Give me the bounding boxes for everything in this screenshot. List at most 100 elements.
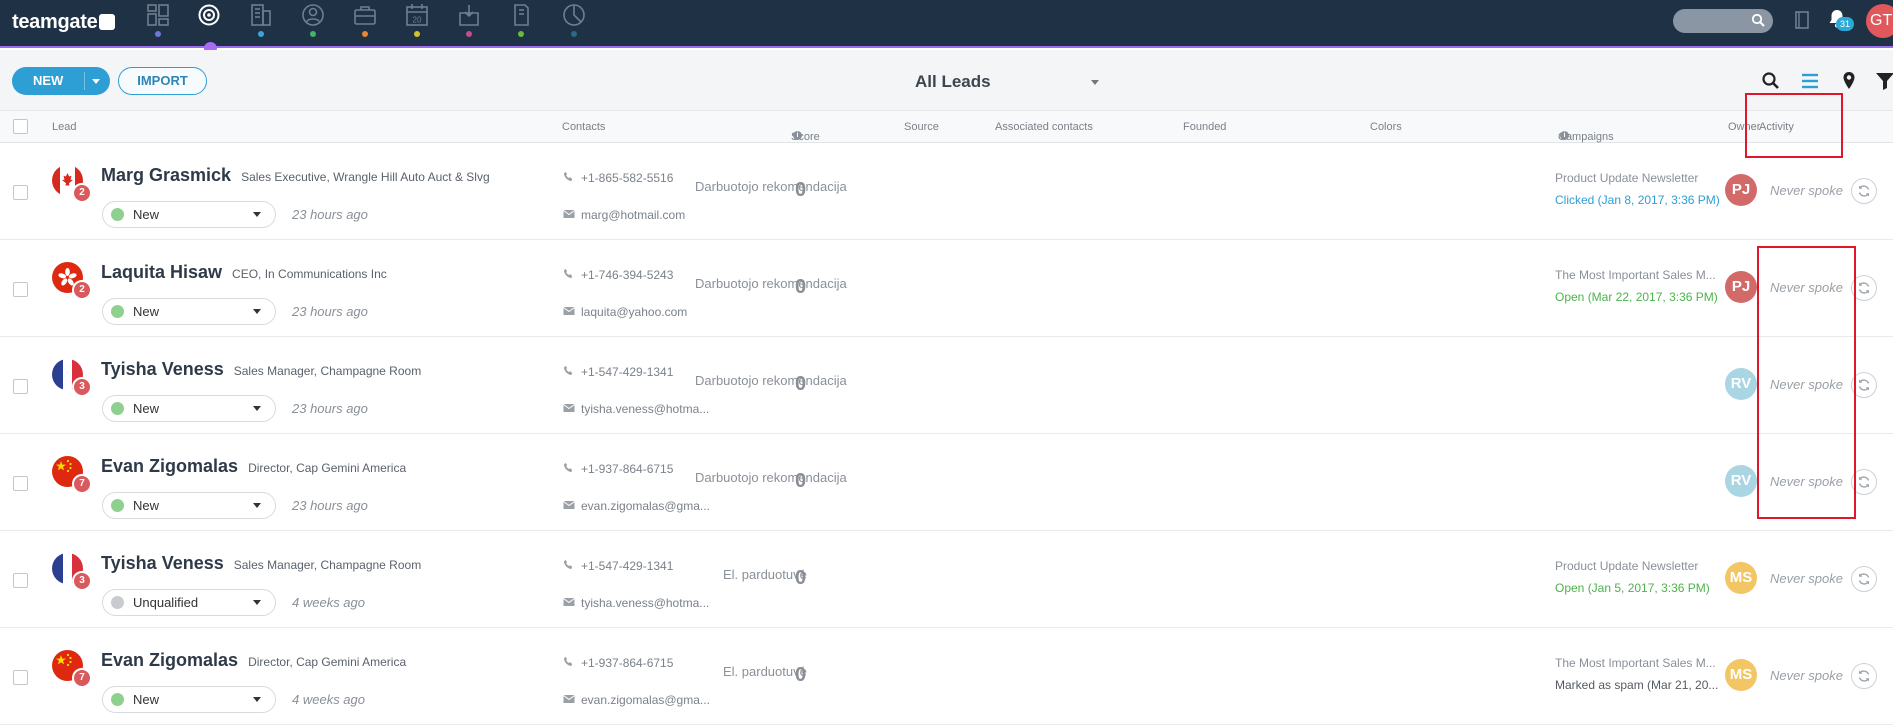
- lead-name-link[interactable]: Evan Zigomalas Director, Cap Gemini Ameri…: [101, 650, 406, 671]
- last-updated: 23 hours ago: [292, 401, 368, 416]
- campaign-name[interactable]: Product Update Newsletter: [1555, 559, 1725, 573]
- table-row[interactable]: 7 Evan Zigomalas Director, Cap Gemini Amer…: [0, 434, 1893, 531]
- campaign-name[interactable]: Product Update Newsletter: [1555, 171, 1725, 185]
- row-checkbox[interactable]: [13, 282, 28, 297]
- email-link[interactable]: tyisha.veness@hotma...: [563, 402, 709, 416]
- owner-avatar[interactable]: PJ: [1725, 271, 1757, 303]
- owner-avatar[interactable]: RV: [1725, 465, 1757, 497]
- lead-name-link[interactable]: Marg Grasmick Sales Executive, Wrangle Hi…: [101, 165, 490, 186]
- lead-name-link[interactable]: Laquita Hisaw CEO, In Communications Inc: [101, 262, 387, 283]
- owner-avatar[interactable]: MS: [1725, 659, 1757, 691]
- lead-job-title: Sales Executive, Wrangle Hill Auto Auct …: [241, 170, 490, 184]
- top-navigation-bar: teamgate 20 31 GT: [0, 0, 1893, 48]
- lead-status-select[interactable]: New: [102, 686, 276, 713]
- table-row[interactable]: 2 Laquita Hisaw CEO, In Communications Inc…: [0, 240, 1893, 337]
- lead-view-select[interactable]: All Leads: [915, 72, 1105, 94]
- column-header-associated-contacts[interactable]: Associated contacts: [995, 121, 1093, 133]
- leads-table-header: Lead Contacts Score i Source Associated c…: [0, 111, 1893, 143]
- email-link[interactable]: evan.zigomalas@gma...: [563, 693, 710, 707]
- row-checkbox[interactable]: [13, 379, 28, 394]
- phone-link[interactable]: +1-865-582-5516: [563, 171, 673, 185]
- status-label: New: [133, 304, 160, 319]
- leads-target-icon[interactable]: [196, 2, 222, 28]
- contacts-person-icon[interactable]: [300, 2, 326, 28]
- info-icon[interactable]: i: [793, 131, 802, 140]
- companies-building-icon[interactable]: [248, 2, 274, 28]
- campaign-name[interactable]: The Most Important Sales M...: [1555, 656, 1725, 670]
- select-all-checkbox[interactable]: [13, 119, 28, 134]
- info-icon[interactable]: i: [1560, 131, 1569, 140]
- new-lead-button[interactable]: NEW: [12, 67, 110, 95]
- lead-name: Evan Zigomalas: [101, 650, 239, 670]
- column-header-source[interactable]: Source: [904, 121, 939, 133]
- global-search-input[interactable]: [1673, 9, 1773, 33]
- dashboard-icon[interactable]: [145, 2, 171, 28]
- lead-status-select[interactable]: Unqualified: [102, 589, 276, 616]
- column-header-contacts[interactable]: Contacts: [562, 121, 605, 133]
- table-row[interactable]: 3 Tyisha Veness Sales Manager, Champagne R…: [0, 531, 1893, 628]
- phone-link[interactable]: +1-547-429-1341: [563, 365, 673, 379]
- column-header-colors[interactable]: Colors: [1370, 121, 1402, 133]
- phone-link[interactable]: +1-746-394-5243: [563, 268, 673, 282]
- user-avatar[interactable]: GT: [1866, 4, 1893, 38]
- lead-job-title: CEO, In Communications Inc: [232, 267, 387, 281]
- email-link[interactable]: evan.zigomalas@gma...: [563, 499, 710, 513]
- phone-link[interactable]: +1-547-429-1341: [563, 559, 673, 573]
- owner-avatar[interactable]: MS: [1725, 562, 1757, 594]
- owner-avatar[interactable]: RV: [1725, 368, 1757, 400]
- teamgate-logo[interactable]: teamgate: [12, 11, 116, 34]
- email-link[interactable]: tyisha.veness@hotma...: [563, 596, 709, 610]
- table-row[interactable]: 3 Tyisha Veness Sales Manager, Champagne R…: [0, 337, 1893, 434]
- lead-status-select[interactable]: New: [102, 395, 276, 422]
- reports-pie-icon[interactable]: [561, 2, 587, 28]
- chevron-down-icon: [253, 212, 261, 217]
- tasks-inbox-icon[interactable]: [456, 2, 482, 28]
- lead-count-badge: 2: [72, 183, 92, 203]
- search-icon[interactable]: [1761, 71, 1781, 91]
- filter-icon[interactable]: [1875, 71, 1893, 91]
- table-row[interactable]: 2 Marg Grasmick Sales Executive, Wrangle H…: [0, 143, 1893, 240]
- lead-name-link[interactable]: Evan Zigomalas Director, Cap Gemini Ameri…: [101, 456, 406, 477]
- deals-briefcase-icon[interactable]: [352, 2, 378, 28]
- refresh-icon[interactable]: [1851, 566, 1877, 592]
- owner-avatar[interactable]: PJ: [1725, 174, 1757, 206]
- nav-dot-companies: [258, 31, 264, 37]
- email-icon: [563, 596, 575, 610]
- documents-icon[interactable]: [508, 2, 534, 28]
- calendar-icon[interactable]: 20: [404, 2, 430, 28]
- column-header-lead[interactable]: Lead: [52, 121, 76, 133]
- svg-text:20: 20: [413, 16, 422, 25]
- refresh-icon[interactable]: [1851, 663, 1877, 689]
- phone-link[interactable]: +1-937-864-6715: [563, 656, 673, 670]
- chevron-down-icon: [253, 697, 261, 702]
- table-row[interactable]: 7 Evan Zigomalas Director, Cap Gemini Amer…: [0, 628, 1893, 725]
- list-view-icon[interactable]: [1800, 71, 1820, 91]
- row-checkbox[interactable]: [13, 573, 28, 588]
- map-pin-icon[interactable]: [1839, 71, 1859, 91]
- refresh-icon[interactable]: [1851, 178, 1877, 204]
- row-checkbox[interactable]: [13, 670, 28, 685]
- status-label: New: [133, 692, 160, 707]
- lead-status-select[interactable]: New: [102, 492, 276, 519]
- lead-name-link[interactable]: Tyisha Veness Sales Manager, Champagne Ro…: [101, 359, 421, 380]
- phone-icon: [563, 365, 575, 379]
- email-link[interactable]: laquita@yahoo.com: [563, 305, 687, 319]
- phonebook-icon[interactable]: [1794, 10, 1810, 35]
- import-button[interactable]: IMPORT: [118, 67, 207, 95]
- lead-status-select[interactable]: New: [102, 201, 276, 228]
- lead-source: Darbuotojo rekomendacija: [695, 276, 847, 291]
- phone-number: +1-937-864-6715: [581, 656, 674, 670]
- lead-status-select[interactable]: New: [102, 298, 276, 325]
- campaign-name[interactable]: The Most Important Sales M...: [1555, 268, 1725, 282]
- lead-count-badge: 7: [72, 668, 92, 688]
- email-link[interactable]: marg@hotmail.com: [563, 208, 685, 222]
- email-icon: [563, 402, 575, 416]
- last-updated: 23 hours ago: [292, 498, 368, 513]
- column-header-founded[interactable]: Founded: [1183, 121, 1226, 133]
- new-dropdown-caret-icon[interactable]: [92, 79, 100, 84]
- lead-source: El. parduotuvė: [723, 567, 807, 582]
- lead-name-link[interactable]: Tyisha Veness Sales Manager, Champagne Ro…: [101, 553, 421, 574]
- row-checkbox[interactable]: [13, 185, 28, 200]
- phone-link[interactable]: +1-937-864-6715: [563, 462, 673, 476]
- row-checkbox[interactable]: [13, 476, 28, 491]
